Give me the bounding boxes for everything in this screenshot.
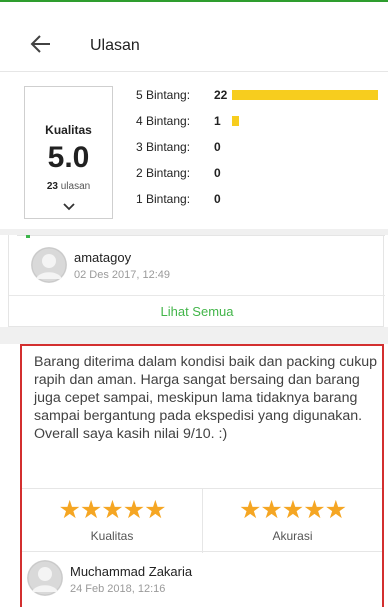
star-rating-icon: ★★★★★ xyxy=(238,496,347,524)
app-bar: Ulasan xyxy=(0,2,388,72)
scroll-indicator xyxy=(26,235,30,238)
star-row-label: 5 Bintang: xyxy=(136,88,191,102)
avatar[interactable] xyxy=(27,560,63,596)
star-row-count: 0 xyxy=(214,140,221,154)
quality-score: 5.0 xyxy=(47,141,90,174)
review-date: 02 Des 2017, 12:49 xyxy=(74,269,171,281)
star-row-3: 3 Bintang: 0 xyxy=(136,139,386,157)
quality-label: Kualitas xyxy=(45,123,92,137)
star-row-label: 4 Bintang: xyxy=(136,114,191,128)
review-count-number: 23 xyxy=(46,181,58,192)
star-row-count: 0 xyxy=(214,192,221,206)
quality-score-box[interactable]: Kualitas 5.0 23 ulasan xyxy=(24,86,113,219)
star-row-bar xyxy=(232,116,239,126)
review-card-highlighted: Barang diterima dalam kondisi baik dan p… xyxy=(20,344,384,607)
divider xyxy=(9,295,385,296)
page-title: Ulasan xyxy=(90,37,140,54)
star-row-5: 5 Bintang: 22 xyxy=(136,87,386,105)
quality-rating: ★★★★★ Kualitas xyxy=(22,489,202,553)
star-row-4: 4 Bintang: 1 xyxy=(136,113,386,131)
quality-rating-label: Kualitas xyxy=(90,529,134,543)
accuracy-rating: ★★★★★ Akurasi xyxy=(202,489,382,553)
section-divider xyxy=(0,327,388,344)
review-count: 23 ulasan xyxy=(25,181,112,192)
star-row-label: 2 Bintang: xyxy=(136,166,191,180)
star-row-2: 2 Bintang: 0 xyxy=(136,165,386,183)
see-all-link[interactable]: Lihat Semua xyxy=(9,304,385,319)
reviewer-name[interactable]: Muchammad Zakaria xyxy=(70,564,192,579)
star-row-count: 1 xyxy=(214,114,221,128)
back-arrow-icon[interactable] xyxy=(30,33,52,55)
reviewer-name[interactable]: amatagoy xyxy=(74,250,131,265)
star-row-label: 1 Bintang: xyxy=(136,192,191,206)
avatar[interactable] xyxy=(31,247,67,283)
star-row-count: 22 xyxy=(214,88,228,102)
star-row-bar xyxy=(232,90,378,100)
star-row-count: 0 xyxy=(214,166,221,180)
card-top-border xyxy=(17,235,385,236)
rating-summary: Kualitas 5.0 23 ulasan 5 Bintang: 22 4 B… xyxy=(0,73,388,229)
accuracy-rating-label: Akurasi xyxy=(272,529,313,543)
star-row-label: 3 Bintang: xyxy=(136,140,191,154)
star-rating-icon: ★★★★★ xyxy=(58,496,166,524)
review-count-unit: ulasan xyxy=(60,181,91,192)
star-row-1: 1 Bintang: 0 xyxy=(136,191,386,209)
chevron-down-icon[interactable] xyxy=(62,199,76,211)
review-date: 24 Feb 2018, 12:16 xyxy=(70,583,166,595)
rating-breakdown: ★★★★★ Kualitas ★★★★★ Akurasi xyxy=(22,488,382,553)
review-card: amatagoy 02 Des 2017, 12:49 Lihat Semua xyxy=(8,235,385,327)
review-text: Barang diterima dalam kondisi baik dan p… xyxy=(34,354,378,442)
